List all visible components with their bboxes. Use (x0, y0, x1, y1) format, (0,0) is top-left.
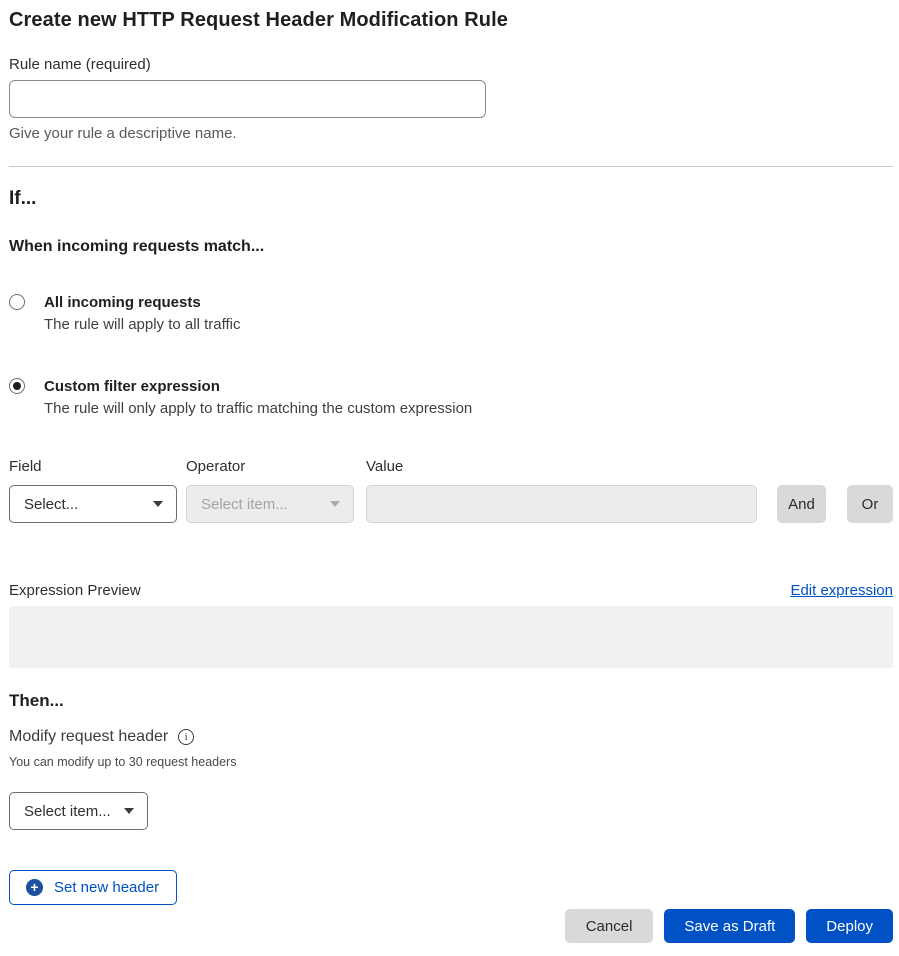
set-new-header-row: Set new header (9, 830, 893, 905)
radio-button-icon[interactable] (9, 294, 25, 310)
page-title: Create new HTTP Request Header Modificat… (9, 6, 893, 34)
header-action-select-value: Select item... (24, 803, 111, 820)
value-label: Value (366, 457, 893, 476)
edit-expression-link[interactable]: Edit expression (790, 581, 893, 600)
expression-preview-header: Expression Preview Edit expression (9, 581, 893, 600)
radio-option-description: The rule will only apply to traffic matc… (44, 399, 472, 419)
field-select[interactable]: Select... (9, 485, 177, 523)
header-action-select[interactable]: Select item... (9, 792, 148, 830)
expression-preview-label: Expression Preview (9, 581, 141, 600)
set-new-header-label: Set new header (54, 879, 159, 896)
cancel-button[interactable]: Cancel (565, 909, 654, 943)
modify-request-header-row: Modify request header (9, 727, 893, 747)
radio-option-custom-filter-expression[interactable]: Custom filter expression The rule will o… (9, 377, 893, 419)
field-label: Field (9, 457, 186, 476)
if-heading: If... (9, 187, 893, 211)
radio-option-texts: All incoming requests The rule will appl… (44, 293, 240, 335)
radio-option-description: The rule will apply to all traffic (44, 315, 240, 335)
rule-name-help: Give your rule a descriptive name. (9, 125, 893, 143)
rule-name-label: Rule name (required) (9, 55, 893, 74)
deploy-button[interactable]: Deploy (806, 909, 893, 943)
then-heading: Then... (9, 690, 893, 712)
and-button[interactable]: And (777, 485, 826, 523)
expression-builder-labels: Field Operator Value (9, 457, 893, 476)
radio-option-all-incoming-requests[interactable]: All incoming requests The rule will appl… (9, 293, 893, 335)
section-divider (9, 166, 893, 167)
chevron-down-icon (330, 501, 340, 507)
create-rule-page: Create new HTTP Request Header Modificat… (0, 0, 899, 943)
field-select-value: Select... (24, 496, 78, 513)
chevron-down-icon (124, 808, 134, 814)
radio-option-label: All incoming requests (44, 293, 240, 312)
when-heading: When incoming requests match... (9, 237, 893, 257)
modify-request-header-label: Modify request header (9, 727, 168, 747)
chevron-down-icon (153, 501, 163, 507)
rule-name-input[interactable] (9, 80, 486, 118)
footer-action-bar: Cancel Save as Draft Deploy (9, 909, 893, 943)
modify-header-help-text: You can modify up to 30 request headers (9, 755, 893, 770)
plus-circle-icon (26, 879, 43, 896)
value-input-disabled (366, 485, 757, 523)
operator-select-disabled: Select item... (186, 485, 354, 523)
expression-builder-row: Select... Select item... And Or (9, 485, 893, 523)
info-icon[interactable] (178, 729, 194, 745)
radio-option-label: Custom filter expression (44, 377, 472, 396)
set-new-header-button[interactable]: Set new header (9, 870, 177, 905)
radio-button-selected-icon[interactable] (9, 378, 25, 394)
save-as-draft-button[interactable]: Save as Draft (664, 909, 795, 943)
operator-label: Operator (186, 457, 366, 476)
radio-option-texts: Custom filter expression The rule will o… (44, 377, 472, 419)
or-button[interactable]: Or (847, 485, 893, 523)
expression-preview-box (9, 606, 893, 668)
operator-select-value: Select item... (201, 496, 288, 513)
